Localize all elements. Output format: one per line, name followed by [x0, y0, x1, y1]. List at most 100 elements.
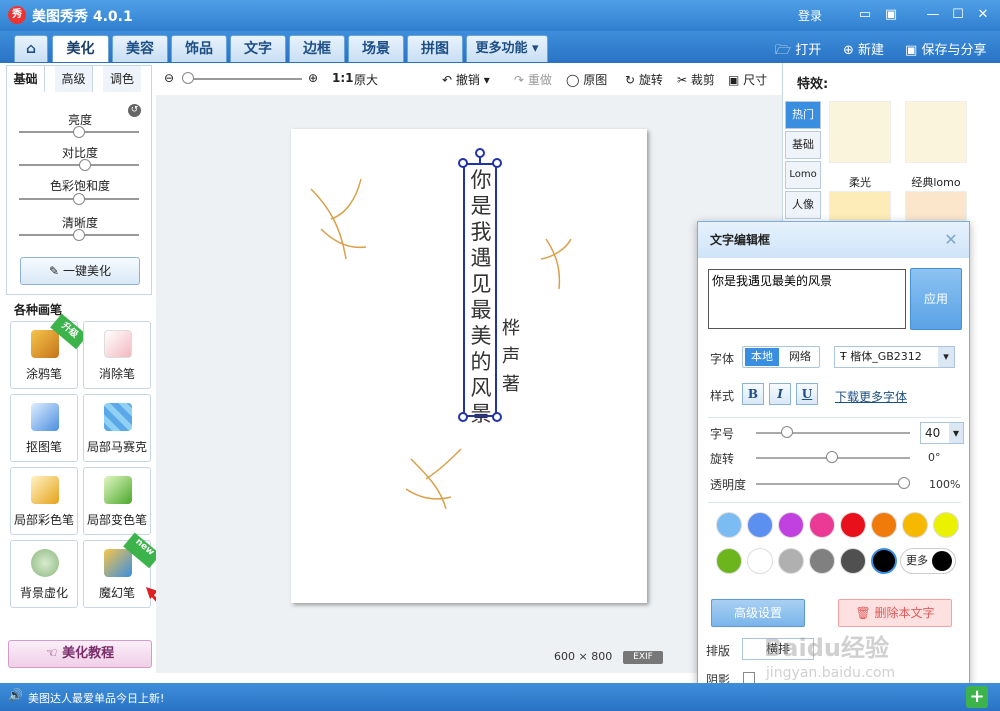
message-icon[interactable]: ▭: [856, 6, 874, 24]
tab-color[interactable]: 调色: [103, 66, 141, 92]
bold-button[interactable]: B: [742, 383, 764, 405]
minimize-icon[interactable]: —: [924, 6, 942, 24]
italic-button[interactable]: I: [769, 383, 791, 405]
undo-button[interactable]: ↶ 撤销 ▾: [442, 71, 490, 88]
open-button[interactable]: 🗁 打开: [775, 39, 821, 63]
saturation-knob[interactable]: [73, 193, 85, 205]
resize-handle-top-right[interactable]: [492, 158, 502, 168]
graffiti-brush-button[interactable]: 升级 涂鸦笔: [10, 313, 88, 389]
tab-beautify[interactable]: 美化: [52, 35, 109, 62]
color-brush-button[interactable]: 局部彩色笔: [10, 467, 78, 535]
add-icon[interactable]: +: [966, 686, 988, 708]
save-share-button[interactable]: ▣ 保存与分享: [905, 39, 986, 58]
zoom-slider[interactable]: [184, 78, 302, 80]
color-swatch[interactable]: [778, 512, 804, 538]
magic-brush-button[interactable]: new 魔幻笔: [83, 532, 161, 608]
close-icon[interactable]: ✕: [974, 6, 992, 24]
advanced-settings-button[interactable]: 高级设置: [711, 599, 805, 627]
chevron-down-icon[interactable]: ▾: [938, 347, 954, 367]
opacity-slider[interactable]: [756, 483, 910, 485]
background-blur-button[interactable]: 背景虚化: [10, 540, 78, 608]
login-link[interactable]: 登录: [798, 7, 822, 24]
apply-button[interactable]: 应用: [910, 268, 962, 330]
skin-icon[interactable]: ▣: [882, 6, 900, 24]
news-ticker[interactable]: 美图达人最爱单品今日上新!: [28, 690, 164, 706]
home-tab[interactable]: ⌂: [14, 35, 48, 62]
effects-tab-hot[interactable]: 热门: [785, 101, 821, 129]
original-image-button[interactable]: ◯ 原图: [566, 71, 607, 88]
tab-basic[interactable]: 基础: [7, 66, 45, 92]
effects-tab-lomo[interactable]: Lomo: [785, 161, 821, 189]
vertical-text-author[interactable]: 桦 声 著: [498, 315, 524, 399]
chevron-down-icon[interactable]: ▾: [949, 423, 963, 443]
resize-handle-bottom-left[interactable]: [458, 412, 468, 422]
delete-text-button[interactable]: 🗑 删除本文字: [838, 599, 952, 627]
recolor-brush-button[interactable]: 局部变色笔: [83, 467, 151, 535]
color-swatch[interactable]: [747, 548, 773, 574]
maximize-icon[interactable]: ☐: [949, 6, 967, 24]
brightness-knob[interactable]: [73, 126, 85, 138]
tab-beauty[interactable]: 美容: [112, 35, 168, 62]
color-swatch[interactable]: [716, 548, 742, 574]
original-size-button[interactable]: 原大: [354, 71, 378, 88]
download-fonts-link[interactable]: 下载更多字体: [835, 388, 907, 405]
effect-thumb[interactable]: [905, 191, 967, 221]
color-swatch[interactable]: [809, 548, 835, 574]
rotate-button[interactable]: ↻ 旋转: [625, 71, 663, 88]
effect-thumb[interactable]: [829, 191, 891, 221]
underline-button[interactable]: U: [796, 383, 818, 405]
tab-accessories[interactable]: 饰品: [171, 35, 227, 62]
color-swatch[interactable]: [840, 512, 866, 538]
effects-tab-portrait[interactable]: 人像: [785, 191, 821, 219]
tab-more[interactable]: 更多功能 ▾: [466, 35, 548, 62]
color-swatch[interactable]: [840, 548, 866, 574]
mosaic-brush-button[interactable]: 局部马赛克: [83, 394, 151, 462]
exif-button[interactable]: EXIF: [623, 651, 663, 664]
font-web-option[interactable]: 网络: [783, 347, 817, 367]
tab-collage[interactable]: 拼图: [407, 35, 463, 62]
cutout-brush-button[interactable]: 抠图笔: [10, 394, 78, 462]
text-selection-box[interactable]: [463, 163, 497, 417]
opacity-slider-knob[interactable]: [898, 477, 910, 489]
color-swatch[interactable]: [716, 512, 742, 538]
effect-soft-light-thumb[interactable]: [829, 101, 891, 163]
font-select[interactable]: Ŧ 楷体_GB2312 ▾: [834, 346, 955, 368]
resize-button[interactable]: ▣ 尺寸: [728, 71, 767, 88]
rotation-slider-knob[interactable]: [826, 451, 838, 463]
redo-button[interactable]: ↷ 重做: [514, 71, 552, 88]
eraser-brush-button[interactable]: 消除笔: [83, 321, 151, 389]
font-local-option[interactable]: 本地: [745, 348, 779, 366]
tutorial-button[interactable]: ☜ 美化教程: [8, 640, 152, 668]
resize-handle-top-left[interactable]: [458, 158, 468, 168]
tab-advanced[interactable]: 高级: [55, 66, 93, 92]
zoom-out-icon[interactable]: ⊖: [164, 71, 174, 85]
text-input[interactable]: [708, 269, 906, 329]
size-slider-knob[interactable]: [781, 426, 793, 438]
opacity-label: 透明度: [710, 478, 747, 492]
sharpness-knob[interactable]: [73, 229, 85, 241]
tab-scene[interactable]: 场景: [348, 35, 404, 62]
new-button[interactable]: ⊕ 新建: [843, 39, 884, 58]
more-colors-button[interactable]: 更多: [900, 548, 956, 574]
color-swatch[interactable]: [747, 512, 773, 538]
effect-classic-lomo-thumb[interactable]: [905, 101, 967, 163]
resize-handle-bottom-right[interactable]: [492, 412, 502, 422]
zoom-in-icon[interactable]: ⊕: [308, 71, 318, 85]
color-swatch[interactable]: [871, 548, 897, 574]
close-icon[interactable]: ✕: [943, 232, 959, 248]
size-select[interactable]: 40 ▾: [920, 422, 964, 444]
color-swatch[interactable]: [933, 512, 959, 538]
one-key-beautify-button[interactable]: ✎ 一键美化: [20, 257, 140, 285]
color-swatch[interactable]: [778, 548, 804, 574]
color-swatch[interactable]: [809, 512, 835, 538]
contrast-knob[interactable]: [79, 159, 91, 171]
zoom-slider-knob[interactable]: [182, 72, 194, 84]
color-swatch[interactable]: [871, 512, 897, 538]
color-swatch[interactable]: [902, 512, 928, 538]
tab-text[interactable]: 文字: [230, 35, 286, 62]
effects-tab-basic[interactable]: 基础: [785, 131, 821, 159]
opacity-value: 100%: [929, 478, 961, 491]
size-slider[interactable]: [756, 432, 910, 434]
crop-button[interactable]: ✂ 裁剪: [677, 71, 715, 88]
tab-frame[interactable]: 边框: [289, 35, 345, 62]
